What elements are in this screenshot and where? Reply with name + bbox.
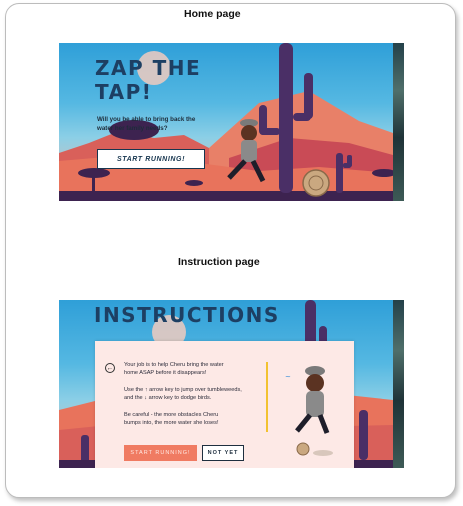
home-page-screenshot: ZAP THE TAP! Will you be able to bring b…: [59, 43, 404, 201]
start-running-button-2[interactable]: START RUNNING!: [124, 445, 197, 461]
subtitle-line-2: water her family needs?: [97, 124, 168, 132]
side-strip-2: [393, 300, 404, 468]
title-line-1: ZAP THE: [95, 56, 202, 80]
home-subtitle: Will you be able to bring back the water…: [97, 116, 207, 133]
cheru-jumping-illustration: ~: [285, 366, 333, 456]
para3-line-2: bumps into, the more water she loses!: [124, 419, 219, 426]
para1-line-2: home ASAP before it disappears!: [124, 369, 207, 376]
instructions-paragraph-1: Your job is to help Cheru bring the wate…: [124, 362, 254, 378]
instructions-paragraph-3: Be careful - the more obstacles Cheru bu…: [124, 412, 254, 428]
para1-line-1: Your job is to help Cheru bring the wate…: [124, 362, 224, 368]
instruction-page-caption: Instruction page: [178, 256, 260, 268]
instructions-card: ← Your job is to help Cheru bring the wa…: [95, 341, 354, 468]
not-yet-button[interactable]: NOT YET: [202, 445, 244, 461]
instruction-page-screenshot: INSTRUCTIONS ← Your job is to help Cheru…: [59, 300, 404, 468]
side-strip: [393, 43, 404, 201]
instructions-title: INSTRUCTIONS: [94, 303, 280, 327]
card-divider: [266, 362, 268, 432]
para2-line-2: and the ↓ arrow key to dodge birds.: [124, 394, 212, 401]
back-arrow-icon[interactable]: ←: [105, 363, 115, 373]
svg-text:~: ~: [285, 373, 291, 381]
para3-line-1: Be careful - the more obstacles Cheru: [124, 412, 219, 418]
instructions-paragraph-2: Use the ↑ arrow key to jump over tumblew…: [124, 387, 254, 403]
home-page-caption: Home page: [184, 8, 241, 20]
para2-line-1: Use the ↑ arrow key to jump over tumblew…: [124, 387, 242, 393]
subtitle-line-1: Will you be able to bring back the: [97, 116, 196, 123]
start-running-button[interactable]: START RUNNING!: [97, 149, 205, 169]
title-line-2: TAP!: [95, 80, 153, 104]
game-title: ZAP THE TAP!: [95, 56, 201, 104]
